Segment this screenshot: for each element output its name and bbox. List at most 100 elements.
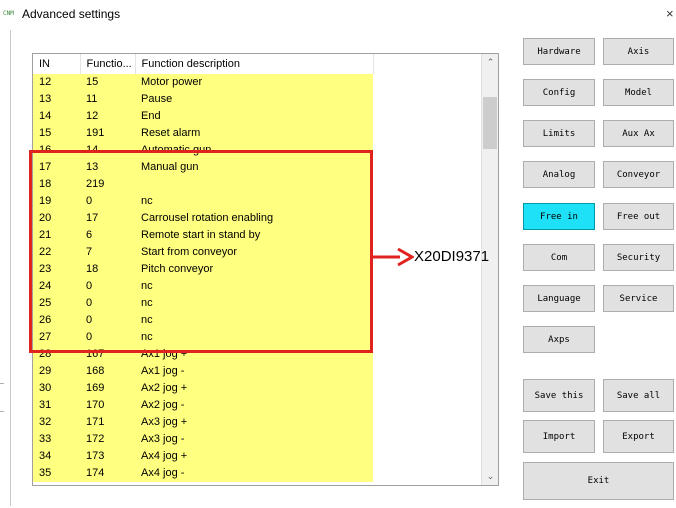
free-out-button[interactable]: Free out <box>603 203 674 230</box>
security-button[interactable]: Security <box>603 244 674 271</box>
row-description-cell: nc <box>135 312 373 329</box>
export-button[interactable]: Export <box>603 420 674 453</box>
table-row[interactable]: 20 17 Carrousel rotation enabling <box>33 210 482 227</box>
row-in-cell: 23 <box>33 261 80 278</box>
table-row[interactable]: 29 168 Ax1 jog - <box>33 363 482 380</box>
row-in-cell: 25 <box>33 295 80 312</box>
row-description-cell: Ax3 jog - <box>135 431 373 448</box>
table-row[interactable]: 16 14 Automatic gun <box>33 142 482 159</box>
table-row[interactable]: 35 174 Ax4 jog - <box>33 465 482 482</box>
row-function-cell: 168 <box>80 363 135 380</box>
row-description-cell: Pause <box>135 91 373 108</box>
table-row[interactable]: 26 0 nc <box>33 312 482 329</box>
table-row[interactable]: 24 0 nc <box>33 278 482 295</box>
row-description-cell: Manual gun <box>135 159 373 176</box>
column-header-in[interactable]: IN <box>33 54 81 74</box>
row-description-cell: Ax1 jog + <box>135 346 373 363</box>
table-row[interactable]: 31 170 Ax2 jog - <box>33 397 482 414</box>
row-function-cell: 17 <box>80 210 135 227</box>
hardware-button[interactable]: Hardware <box>523 38 595 65</box>
row-in-cell: 17 <box>33 159 80 176</box>
row-description-cell: Ax1 jog - <box>135 363 373 380</box>
table-header-row: IN Functio... Function description <box>33 54 483 74</box>
row-empty-cell <box>373 142 482 159</box>
inputs-table: IN Functio... Function description 12 15 M… <box>33 54 483 482</box>
row-empty-cell <box>373 278 482 295</box>
scrollbar-thumb[interactable] <box>483 97 497 149</box>
model-button[interactable]: Model <box>603 79 674 106</box>
row-in-cell: 13 <box>33 91 80 108</box>
exit-button[interactable]: Exit <box>523 462 674 500</box>
dialog-left-edge <box>10 30 11 506</box>
axps-button[interactable]: Axps <box>523 326 595 353</box>
table-row[interactable]: 18 219 <box>33 176 482 193</box>
table-row[interactable]: 27 0 nc <box>33 329 482 346</box>
row-function-cell: 13 <box>80 159 135 176</box>
row-in-cell: 34 <box>33 448 80 465</box>
table-row[interactable]: 19 0 nc <box>33 193 482 210</box>
row-in-cell: 24 <box>33 278 80 295</box>
row-empty-cell <box>373 329 482 346</box>
row-function-cell: 169 <box>80 380 135 397</box>
row-description-cell: Automatic gun <box>135 142 373 159</box>
row-empty-cell <box>373 74 482 91</box>
row-in-cell: 32 <box>33 414 80 431</box>
row-description-cell: Ax2 jog - <box>135 397 373 414</box>
row-empty-cell <box>373 176 482 193</box>
row-function-cell: 0 <box>80 193 135 210</box>
free-in-button[interactable]: Free in <box>523 203 595 230</box>
table-row[interactable]: 15 191 Reset alarm <box>33 125 482 142</box>
row-description-cell: nc <box>135 295 373 312</box>
row-in-cell: 22 <box>33 244 80 261</box>
table-row[interactable]: 25 0 nc <box>33 295 482 312</box>
row-empty-cell <box>373 193 482 210</box>
row-empty-cell <box>373 91 482 108</box>
import-button[interactable]: Import <box>523 420 595 453</box>
table-row[interactable]: 14 12 End <box>33 108 482 125</box>
row-function-cell: 173 <box>80 448 135 465</box>
table-row[interactable]: 30 169 Ax2 jog + <box>33 380 482 397</box>
table-row[interactable]: 33 172 Ax3 jog - <box>33 431 482 448</box>
edge-tick <box>0 383 4 384</box>
table-row[interactable]: 17 13 Manual gun <box>33 159 482 176</box>
row-in-cell: 21 <box>33 227 80 244</box>
save-this-button[interactable]: Save this <box>523 379 595 412</box>
aux-ax-button[interactable]: Aux Ax <box>603 120 674 147</box>
save-all-button[interactable]: Save all <box>603 379 674 412</box>
row-in-cell: 35 <box>33 465 80 482</box>
table-row[interactable]: 13 11 Pause <box>33 91 482 108</box>
table-row[interactable]: 21 6 Remote start in stand by <box>33 227 482 244</box>
row-empty-cell <box>373 397 482 414</box>
service-button[interactable]: Service <box>603 285 674 312</box>
axis-button[interactable]: Axis <box>603 38 674 65</box>
language-button[interactable]: Language <box>523 285 595 312</box>
row-in-cell: 14 <box>33 108 80 125</box>
limits-button[interactable]: Limits <box>523 120 595 147</box>
row-description-cell <box>135 176 373 193</box>
row-function-cell: 172 <box>80 431 135 448</box>
table-row[interactable]: 34 173 Ax4 jog + <box>33 448 482 465</box>
arrow-icon <box>372 247 414 267</box>
config-button[interactable]: Config <box>523 79 595 106</box>
row-function-cell: 0 <box>80 278 135 295</box>
row-in-cell: 19 <box>33 193 80 210</box>
analog-button[interactable]: Analog <box>523 161 595 188</box>
scroll-down-icon[interactable]: ⌄ <box>482 468 498 485</box>
row-empty-cell <box>373 125 482 142</box>
row-in-cell: 29 <box>33 363 80 380</box>
conveyor-button[interactable]: Conveyor <box>603 161 674 188</box>
close-icon[interactable]: × <box>666 6 674 21</box>
com-button[interactable]: Com <box>523 244 595 271</box>
row-description-cell: Ax2 jog + <box>135 380 373 397</box>
scroll-up-icon[interactable]: ⌃ <box>482 54 498 71</box>
row-empty-cell <box>373 448 482 465</box>
row-description-cell: Ax4 jog - <box>135 465 373 482</box>
row-empty-cell <box>373 414 482 431</box>
column-header-description[interactable]: Function description <box>135 54 374 74</box>
column-header-function[interactable]: Functio... <box>80 54 136 74</box>
table-row[interactable]: 28 167 Ax1 jog + <box>33 346 482 363</box>
table-row[interactable]: 12 15 Motor power <box>33 74 482 91</box>
table-row[interactable]: 32 171 Ax3 jog + <box>33 414 482 431</box>
vertical-scrollbar[interactable]: ⌃ ⌄ <box>481 54 498 485</box>
row-function-cell: 191 <box>80 125 135 142</box>
